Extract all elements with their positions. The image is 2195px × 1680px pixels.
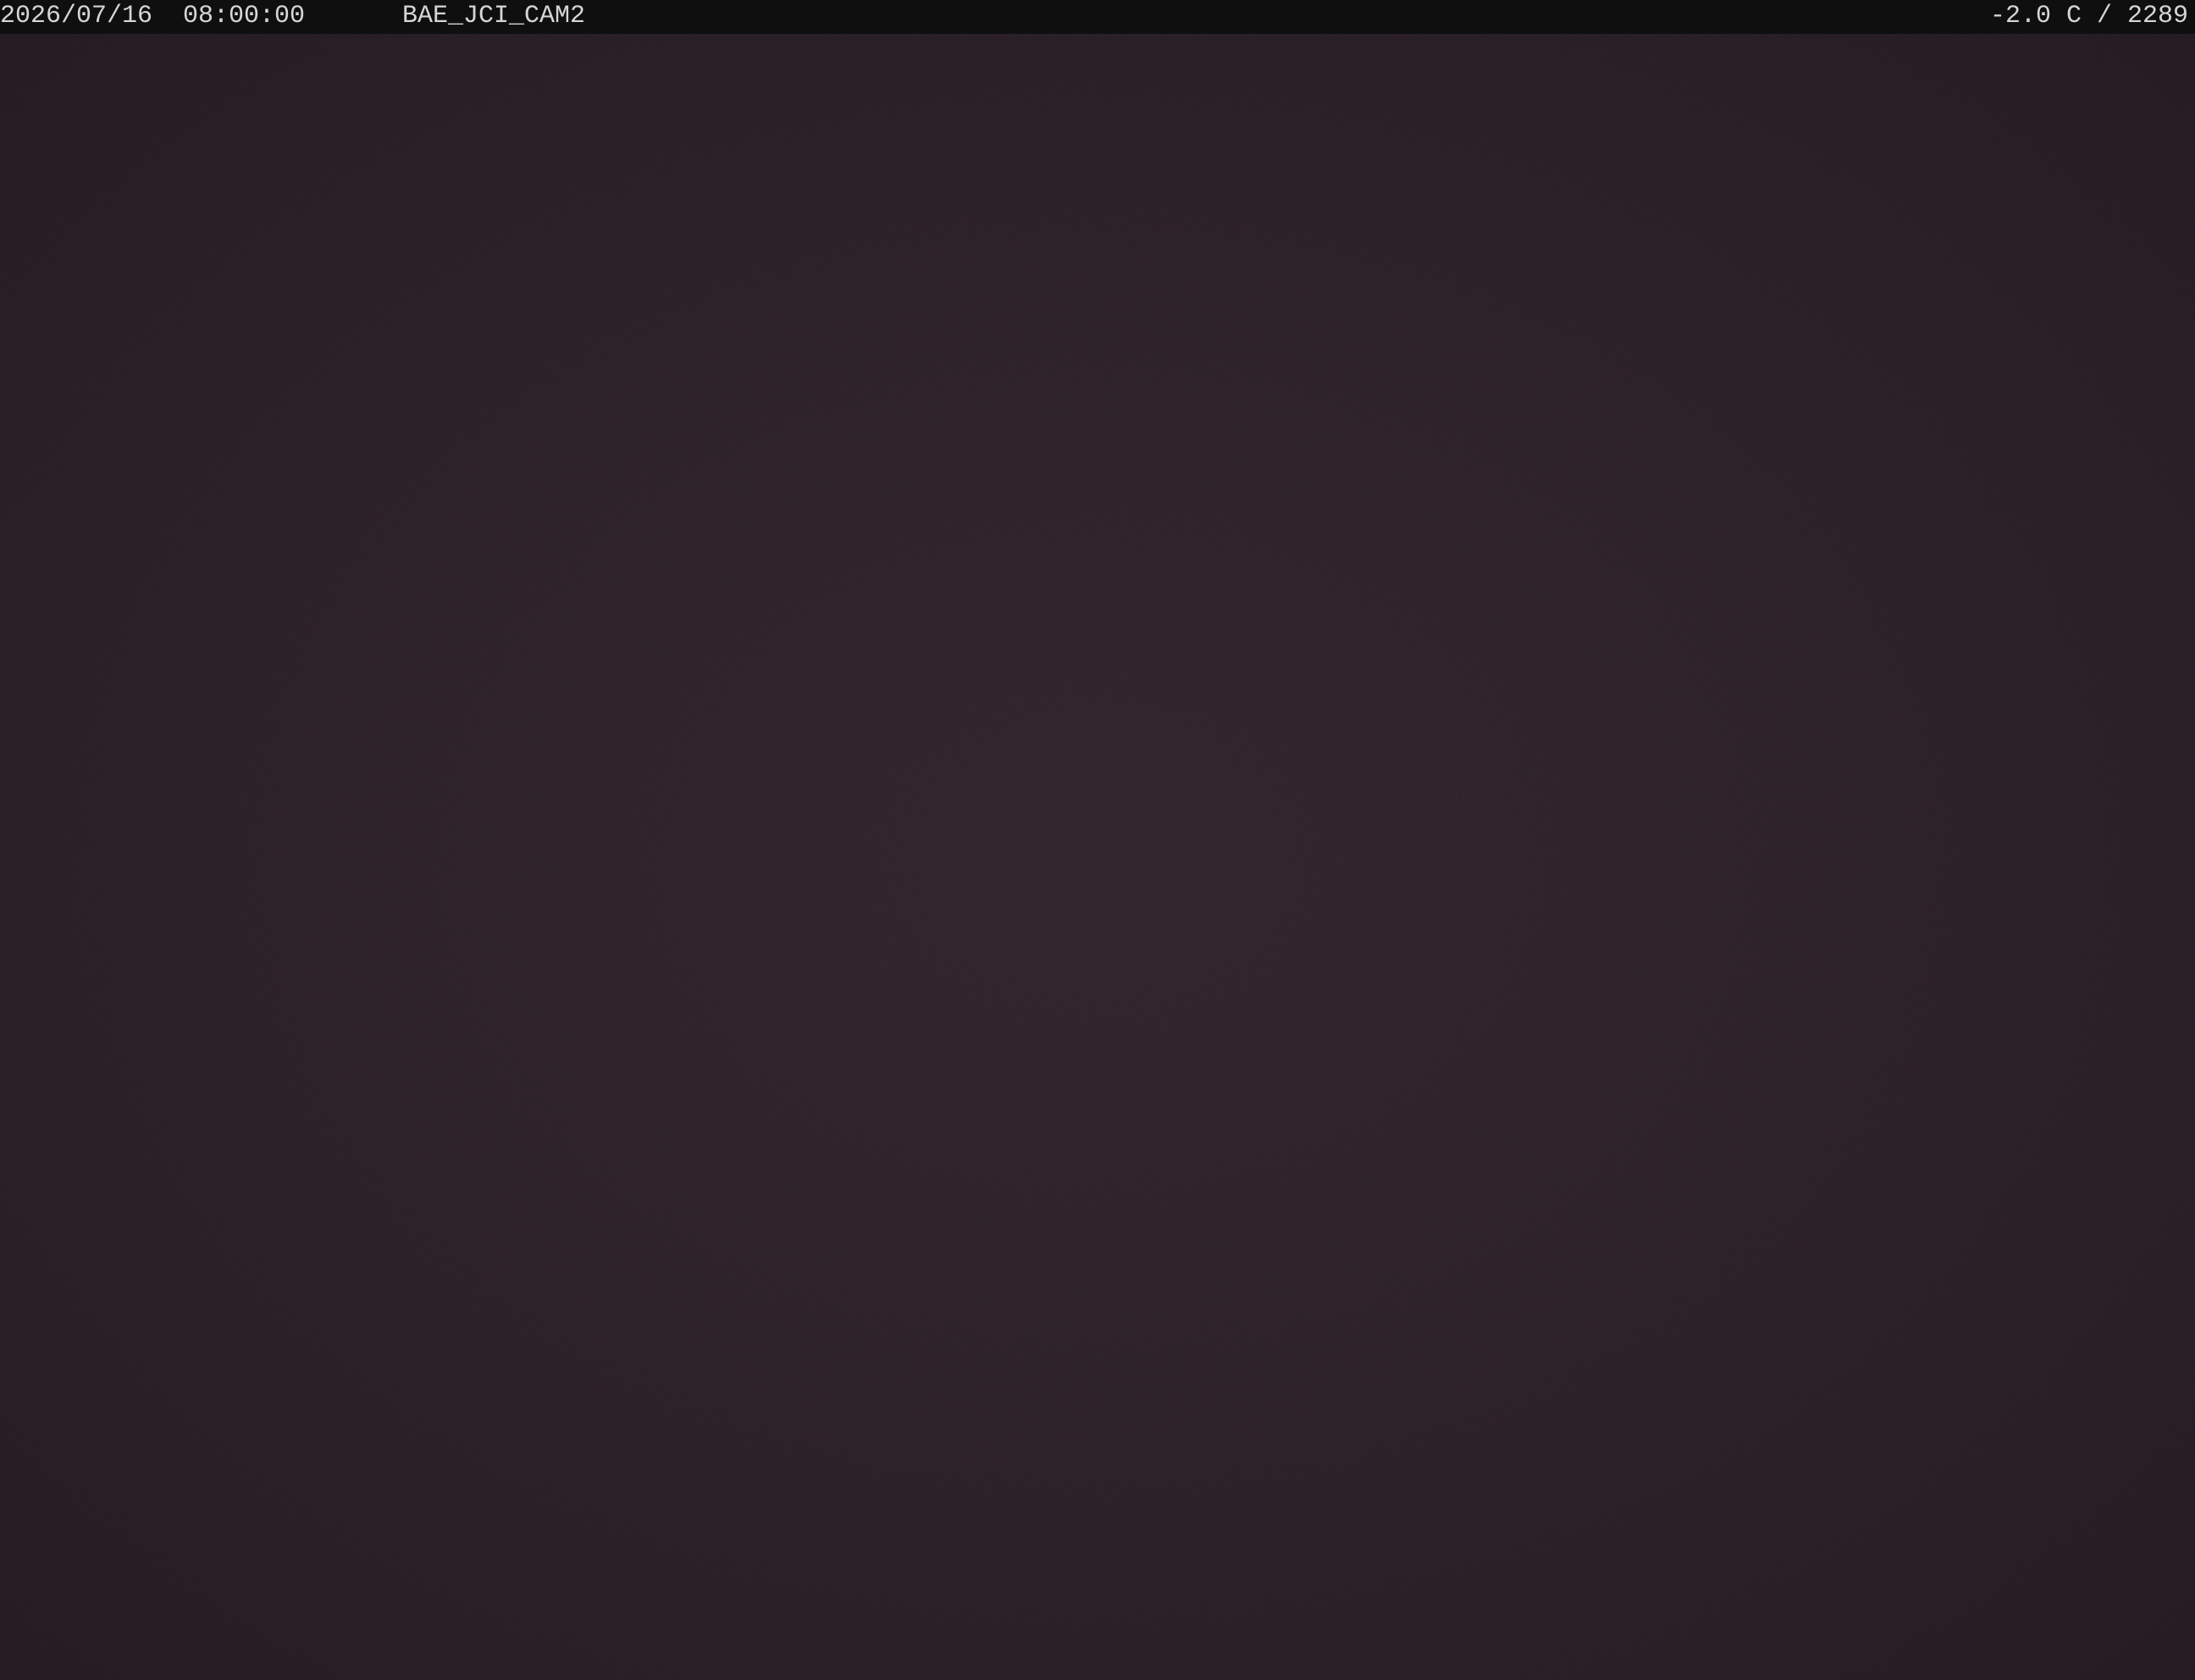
webcam-frame: 2026/07/16 08:00:00 BAE_JCI_CAM2 -2.0 C … <box>0 0 2195 1680</box>
temperature-elevation-label: -2.0 C / 2289 <box>1989 2 2188 30</box>
overlay-bar: 2026/07/16 08:00:00 BAE_JCI_CAM2 -2.0 C … <box>0 0 2195 34</box>
night-sky-image <box>0 34 2195 1680</box>
timestamp-label: 2026/07/16 08:00:00 <box>0 2 306 30</box>
camera-id-label: BAE_JCI_CAM2 <box>402 2 586 30</box>
